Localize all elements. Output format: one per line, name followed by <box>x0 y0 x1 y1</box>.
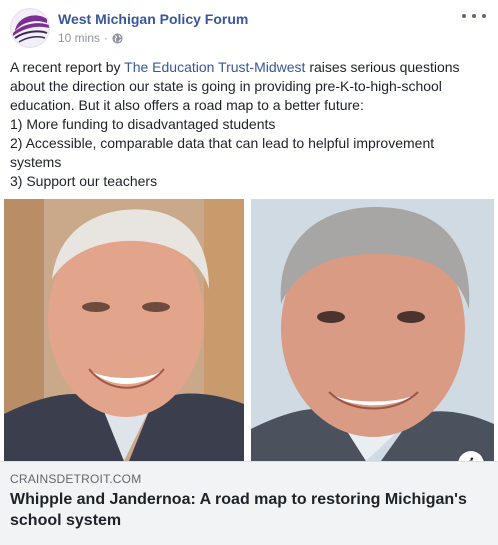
globe-icon[interactable] <box>112 32 123 44</box>
text-segment: raises serious questions <box>305 59 460 75</box>
post-text-line: about the direction our state is going i… <box>10 78 442 94</box>
post-text-line: education. But it also offers a road map… <box>10 97 364 113</box>
text-segment: A recent report by <box>10 59 125 75</box>
policy-forum-logo-icon <box>13 15 49 43</box>
page-name-link[interactable]: West Michigan Policy Forum <box>58 11 248 27</box>
portrait-right <box>251 199 494 461</box>
headline-line: school system <box>10 512 122 529</box>
link-preview-caption[interactable]: CRAINSDETROIT.COM Whipple and Jandernoa:… <box>0 461 498 545</box>
post-text-line: systems <box>10 154 62 170</box>
link-domain: CRAINSDETROIT.COM <box>10 472 142 486</box>
meta-separator: · <box>104 31 109 45</box>
facebook-post: West Michigan Policy Forum 10 mins · A r… <box>0 0 498 545</box>
post-text-line: 1) More funding to disadvantaged student… <box>10 116 276 132</box>
more-options-icon[interactable] <box>462 8 486 24</box>
post-timestamp[interactable]: 10 mins <box>58 31 100 45</box>
link-preview-image[interactable] <box>0 199 498 461</box>
page-avatar[interactable] <box>10 8 50 48</box>
post-text-line: A recent report by The Education Trust-M… <box>10 58 490 77</box>
headline-line: Whipple and Jandernoa: A road map to res… <box>10 491 467 508</box>
post-text: A recent report by The Education Trust-M… <box>10 58 490 191</box>
post-text-line: 2) Accessible, comparable data that can … <box>10 135 435 151</box>
education-trust-link[interactable]: The Education Trust-Midwest <box>124 59 305 75</box>
link-headline[interactable]: Whipple and Jandernoa: A road map to res… <box>10 489 480 531</box>
post-text-line: 3) Support our teachers <box>10 173 158 189</box>
post-header: West Michigan Policy Forum 10 mins · <box>0 0 498 56</box>
portrait-left <box>4 199 244 461</box>
post-meta: 10 mins · <box>58 31 123 45</box>
